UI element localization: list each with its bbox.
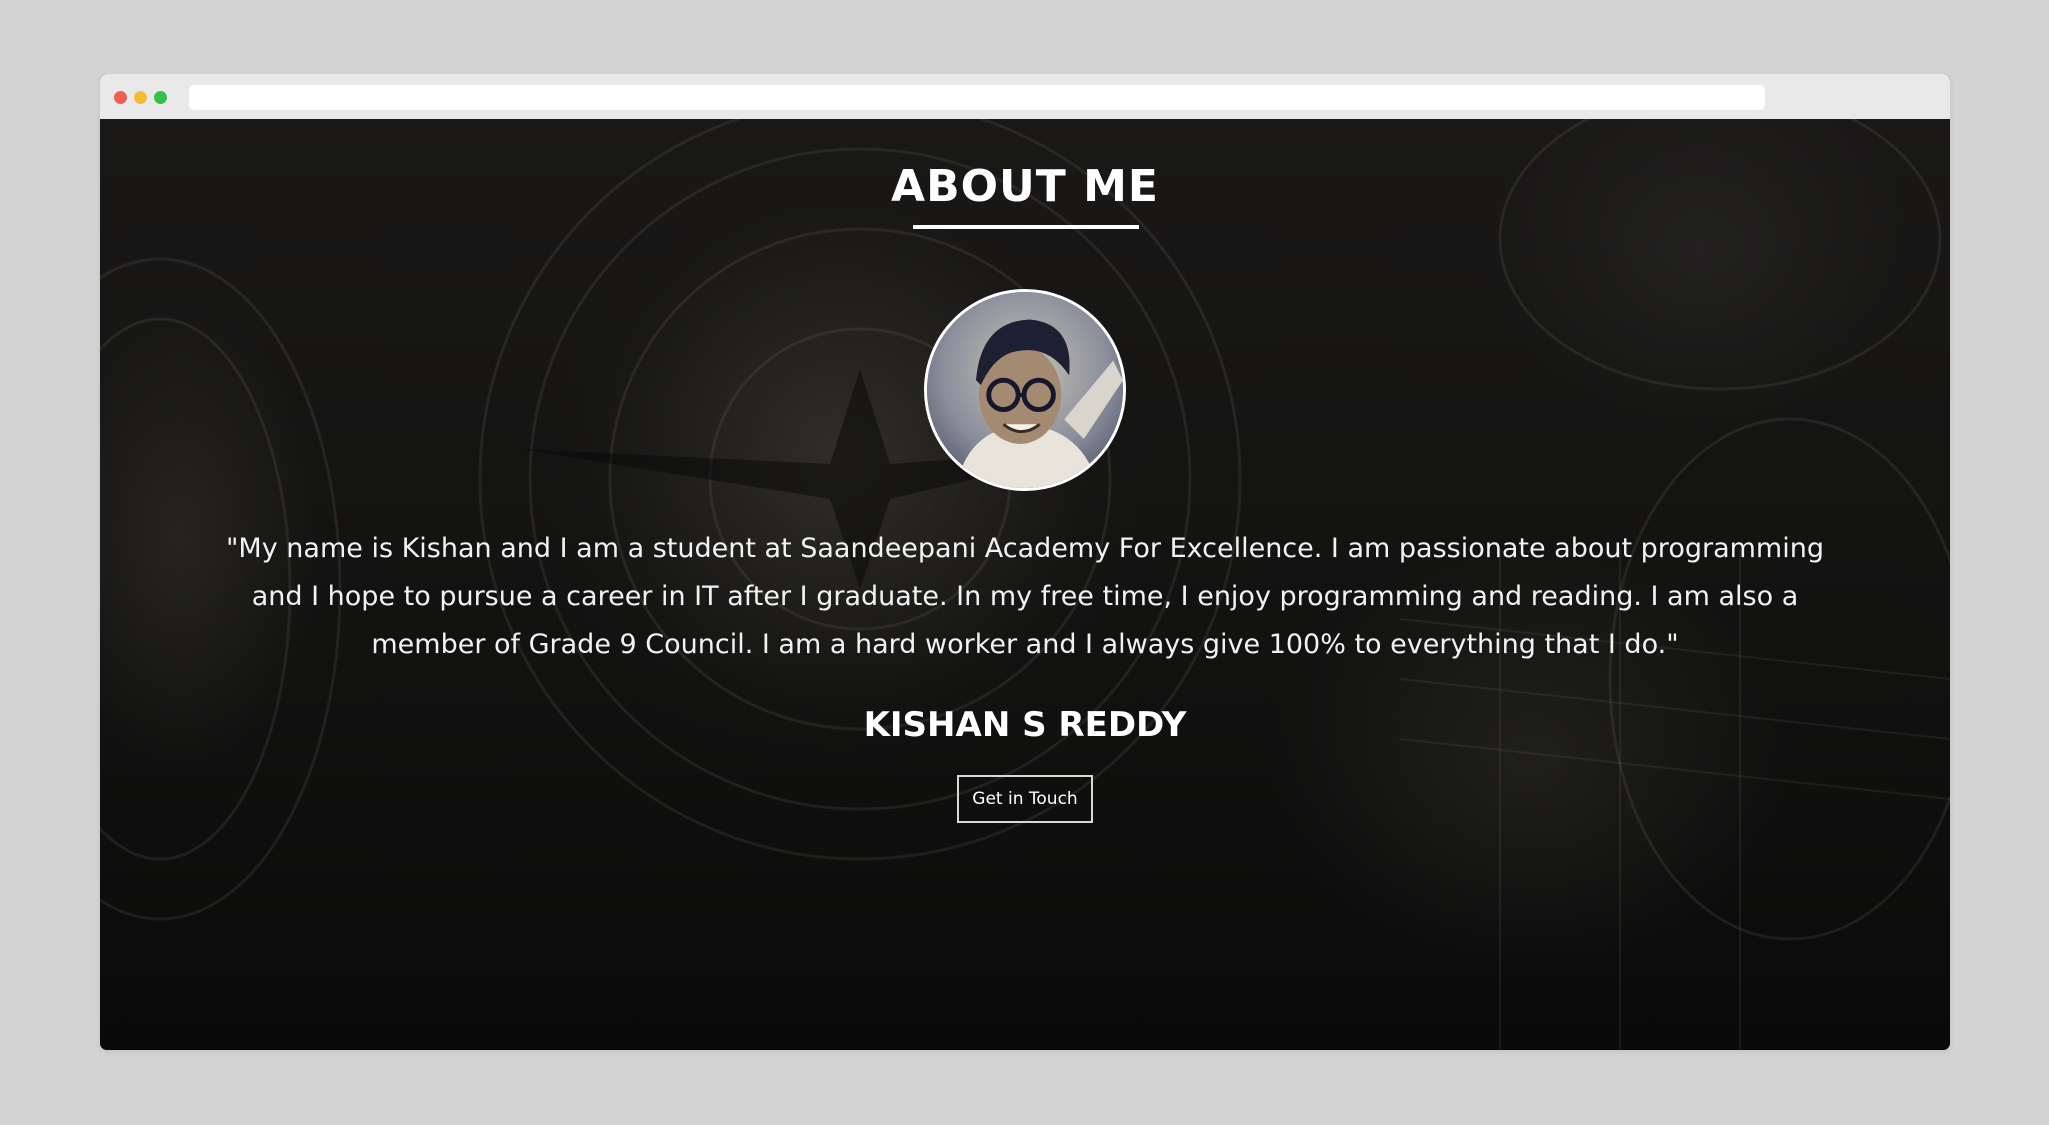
about-quote: "My name is Kishan and I am a student at… <box>226 533 1824 660</box>
maximize-window-button[interactable] <box>154 91 167 104</box>
title-underline <box>913 225 1139 229</box>
profile-photo-icon <box>927 292 1123 488</box>
close-window-button[interactable] <box>114 91 127 104</box>
about-section: ABOUT ME "My name is Kishan and I am a s… <box>100 119 1950 1050</box>
author-name: KISHAN S REDDY <box>863 705 1187 745</box>
section-title: ABOUT ME <box>891 161 1159 212</box>
get-in-touch-button[interactable]: Get in Touch <box>957 775 1093 823</box>
minimize-window-button[interactable] <box>134 91 147 104</box>
browser-titlebar <box>100 74 1950 119</box>
profile-photo-avatar <box>924 289 1126 491</box>
address-bar[interactable] <box>189 85 1765 110</box>
browser-window: ABOUT ME "My name is Kishan and I am a s… <box>100 74 1950 1050</box>
